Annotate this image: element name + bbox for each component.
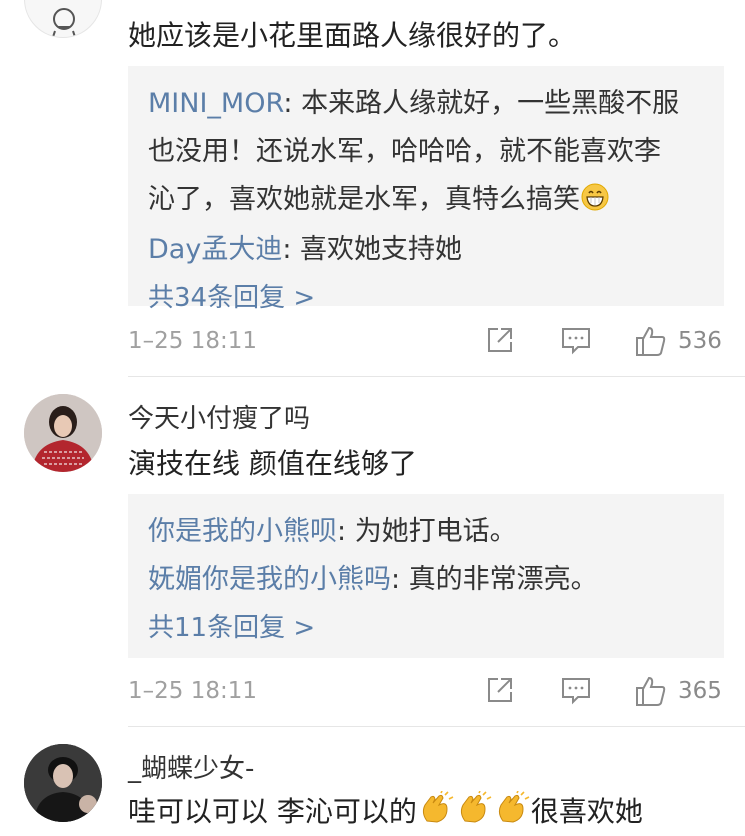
thumbs-up-icon[interactable] bbox=[634, 674, 668, 712]
reply-item[interactable]: Day孟大迪: 喜欢她支持她 bbox=[148, 226, 704, 274]
clapping-hands-emoji-icon bbox=[455, 790, 493, 825]
thumbs-up-icon[interactable] bbox=[634, 324, 668, 362]
like-count: 536 bbox=[678, 328, 722, 354]
timestamp: 1–25 18:11 bbox=[128, 678, 257, 704]
comment-text: 哇可以可以 李沁可以的 很喜欢她 bbox=[128, 790, 643, 830]
avatar[interactable] bbox=[24, 0, 102, 38]
clapping-hands-emoji-icon bbox=[493, 790, 531, 825]
view-all-replies-link[interactable]: 共34条回复 > bbox=[148, 274, 704, 322]
reply-text: 本来路人缘就好，一些黑酸不服 bbox=[301, 88, 680, 119]
share-icon[interactable] bbox=[484, 324, 516, 360]
share-icon[interactable] bbox=[484, 674, 516, 710]
view-all-replies-link[interactable]: 共11条回复 > bbox=[148, 604, 704, 652]
avatar[interactable] bbox=[24, 394, 102, 472]
reply-author[interactable]: Day孟大迪 bbox=[148, 234, 282, 265]
comment-text: 她应该是小花里面路人缘很好的了。 bbox=[128, 19, 577, 52]
username[interactable]: 今天小付瘦了吗 bbox=[128, 398, 310, 435]
reply-text: 为她打电话。 bbox=[354, 516, 517, 547]
reply-box[interactable]: 你是我的小熊呗: 为她打电话。 妩媚你是我的小熊吗: 真的非常漂亮。 共11条回… bbox=[128, 494, 724, 658]
like-count: 365 bbox=[678, 678, 722, 704]
clapping-hands-emoji-icon bbox=[417, 790, 455, 825]
comment-text: 演技在线 颜值在线够了 bbox=[128, 447, 417, 480]
reply-text: 喜欢她支持她 bbox=[300, 234, 463, 265]
avatar[interactable] bbox=[24, 744, 102, 822]
reply-author[interactable]: 妩媚你是我的小熊吗 bbox=[148, 564, 391, 595]
comment-item: 今天小付瘦了吗 演技在线 颜值在线够了 你是我的小熊呗: 为她打电话。 妩媚你是… bbox=[0, 376, 745, 726]
reply-text: 也没用！还说水军，哈哈哈，就不能喜欢李 bbox=[148, 136, 661, 167]
reply-text: 真的非常漂亮。 bbox=[408, 564, 598, 595]
comment-footer: 1–25 18:11 365 bbox=[128, 674, 724, 714]
timestamp: 1–25 18:11 bbox=[128, 328, 257, 354]
reply-text: 沁了，喜欢她就是水军，真特么搞笑 bbox=[148, 184, 580, 215]
reply-author[interactable]: MINI_MOR bbox=[148, 88, 283, 119]
reply-item[interactable]: 你是我的小熊呗: 为她打电话。 bbox=[148, 508, 704, 556]
reply-item[interactable]: 妩媚你是我的小熊吗: 真的非常漂亮。 bbox=[148, 556, 704, 604]
reply-item[interactable]: MINI_MOR: 本来路人缘就好，一些黑酸不服 也没用！还说水军，哈哈哈，就不… bbox=[148, 80, 704, 224]
username[interactable]: _蝴蝶少女- bbox=[128, 748, 254, 785]
reply-box[interactable]: MINI_MOR: 本来路人缘就好，一些黑酸不服 也没用！还说水军，哈哈哈，就不… bbox=[128, 66, 724, 313]
comment-item: _蝴蝶少女- 哇可以可以 李沁可以的 很喜欢她 bbox=[0, 726, 745, 836]
reply-author[interactable]: 你是我的小熊呗 bbox=[148, 516, 337, 547]
comment-item: 她应该是小花里面路人缘很好的了。 MINI_MOR: 本来路人缘就好，一些黑酸不… bbox=[0, 0, 745, 370]
comment-icon[interactable] bbox=[560, 674, 592, 710]
comment-icon[interactable] bbox=[560, 324, 592, 360]
grinning-emoji-icon bbox=[580, 180, 610, 211]
comment-footer: 1–25 18:11 536 bbox=[128, 324, 724, 364]
